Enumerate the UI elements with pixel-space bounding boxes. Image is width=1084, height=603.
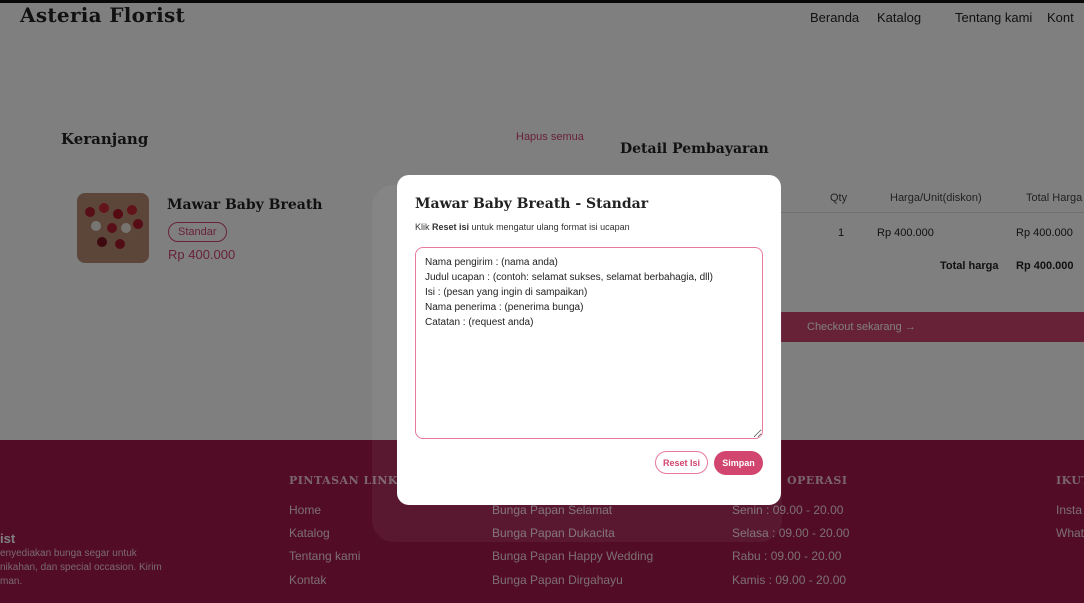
modal-hint-prefix: Klik (415, 222, 433, 232)
modal-hint-suffix: untuk mengatur ulang format isi ucapan (469, 222, 630, 232)
modal-title: Mawar Baby Breath - Standar (415, 196, 649, 212)
greeting-message-textarea[interactable]: Nama pengirim : (nama anda) Judul ucapan… (415, 247, 763, 439)
modal-hint-bold: Reset isi (432, 222, 470, 232)
reset-button[interactable]: Reset Isi (655, 451, 708, 474)
modal-hint: Klik Reset isi untuk mengatur ulang form… (415, 222, 630, 232)
save-button[interactable]: Simpan (714, 451, 763, 475)
greeting-modal: Mawar Baby Breath - Standar Klik Reset i… (397, 175, 781, 505)
